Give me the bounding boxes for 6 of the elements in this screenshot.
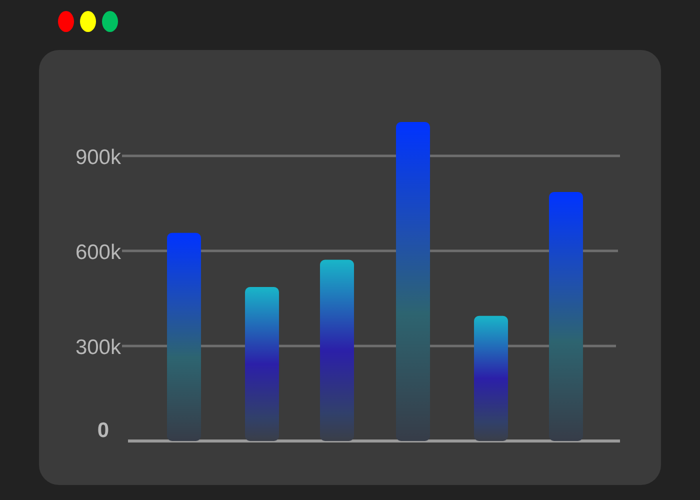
window-button[interactable] xyxy=(102,11,118,32)
axis-label: 600k xyxy=(75,240,121,264)
axis-label: 0 xyxy=(97,419,109,442)
axis-label: 900k xyxy=(75,146,121,169)
axis-label: 300k xyxy=(75,336,121,359)
window-button[interactable] xyxy=(80,11,96,32)
